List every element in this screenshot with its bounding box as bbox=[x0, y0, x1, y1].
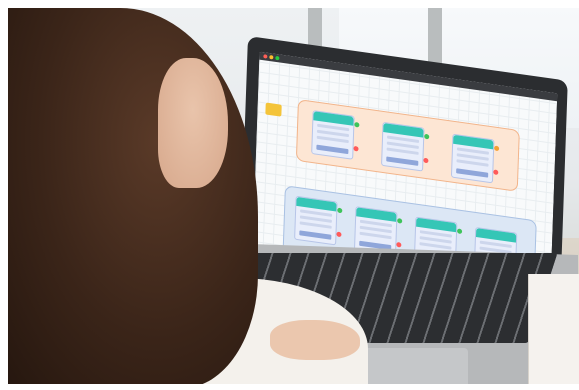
port-icon bbox=[336, 231, 342, 238]
workflow-node bbox=[294, 195, 338, 246]
port-icon bbox=[354, 121, 360, 128]
book bbox=[528, 274, 579, 384]
photo bbox=[8, 8, 579, 384]
folder-icon bbox=[265, 102, 282, 117]
workflow-node bbox=[381, 121, 425, 172]
port-icon bbox=[337, 207, 343, 214]
maximize-dot-icon bbox=[275, 55, 280, 61]
port-icon bbox=[494, 145, 500, 152]
minimize-dot-icon bbox=[269, 55, 274, 60]
swimlane-orange bbox=[295, 99, 520, 192]
port-icon bbox=[353, 145, 359, 152]
port-icon bbox=[423, 157, 429, 164]
port-icon bbox=[424, 133, 430, 140]
workflow-node bbox=[311, 110, 355, 160]
face bbox=[158, 58, 228, 188]
workflow-node bbox=[450, 133, 495, 184]
close-dot-icon bbox=[263, 54, 268, 59]
port-icon bbox=[396, 241, 402, 248]
port-icon bbox=[457, 228, 463, 235]
port-icon bbox=[493, 169, 499, 176]
port-icon bbox=[397, 218, 403, 224]
hand bbox=[270, 320, 360, 360]
hair bbox=[8, 8, 258, 384]
